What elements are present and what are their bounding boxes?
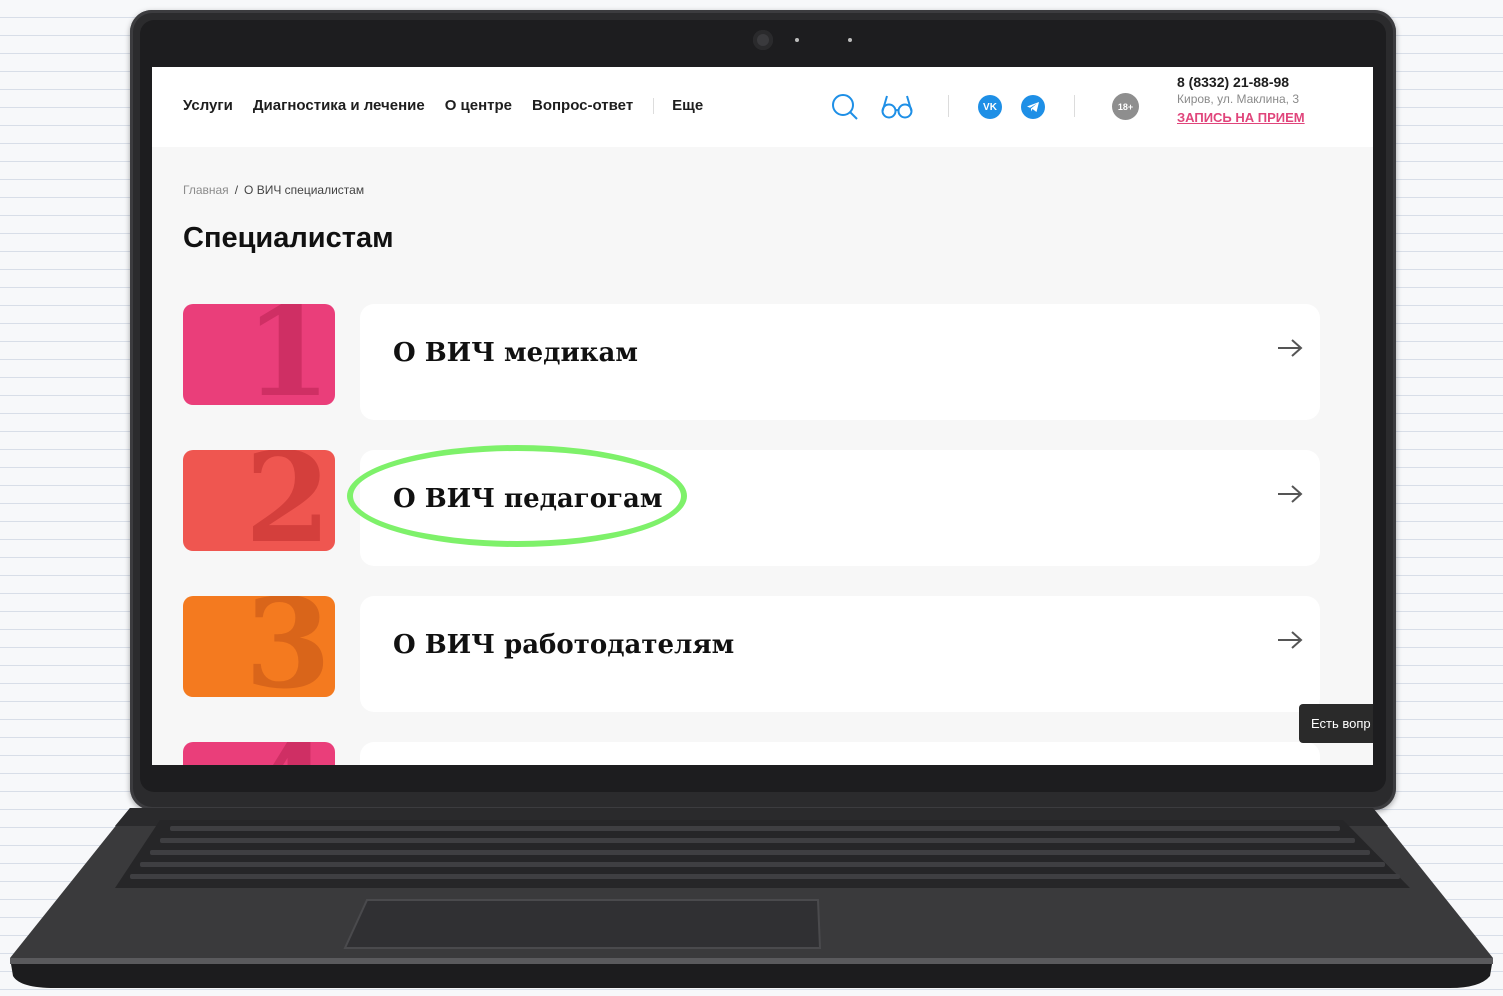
card-link-more[interactable] <box>360 742 1320 765</box>
number-tile: 4 <box>183 742 335 765</box>
chat-question-button[interactable]: Есть вопр <box>1299 704 1373 743</box>
nav-item-faq[interactable]: Вопрос-ответ <box>532 97 633 114</box>
list-item: 3 О ВИЧ работодателям <box>183 596 1320 712</box>
number-tile: 2 <box>183 450 335 551</box>
tile-number: 3 <box>244 596 331 697</box>
telegram-icon[interactable] <box>1021 95 1045 119</box>
arrow-right-icon <box>1277 338 1303 362</box>
breadcrumb-separator: / <box>234 183 239 197</box>
card-title: О ВИЧ медикам <box>393 338 638 368</box>
breadcrumb-current: О ВИЧ специалистам <box>244 183 365 197</box>
nav-item-about[interactable]: О центре <box>445 97 512 114</box>
list-item: 1 О ВИЧ медикам <box>183 304 1320 420</box>
appointment-link[interactable]: ЗАПИСЬ НА ПРИЕМ <box>1177 108 1305 128</box>
site-header: Услуги Диагностика и лечение О центре Во… <box>152 67 1373 147</box>
arrow-right-icon <box>1277 630 1303 654</box>
glasses-icon[interactable] <box>881 94 913 124</box>
card-link-teachers[interactable]: О ВИЧ педагогам <box>360 450 1320 566</box>
vk-icon[interactable]: VK <box>978 95 1002 119</box>
header-divider <box>948 95 949 117</box>
browser-viewport: Услуги Диагностика и лечение О центре Во… <box>152 67 1373 765</box>
sensor-dot <box>848 38 852 42</box>
number-tile: 3 <box>183 596 335 697</box>
card-title: О ВИЧ работодателям <box>393 630 735 660</box>
card-link-medics[interactable]: О ВИЧ медикам <box>360 304 1320 420</box>
main-nav: Услуги Диагностика и лечение О центре Во… <box>183 97 723 114</box>
sensor-dot <box>795 38 799 42</box>
tile-number: 1 <box>244 304 331 405</box>
number-tile: 1 <box>183 304 335 405</box>
card-title: О ВИЧ педагогам <box>393 484 663 514</box>
contacts-block: 8 (8332) 21-88-98 Киров, ул. Маклина, 3 … <box>1177 74 1305 128</box>
tile-number: 2 <box>244 450 331 551</box>
address: Киров, ул. Маклина, 3 <box>1177 92 1300 106</box>
breadcrumb: Главная / О ВИЧ специалистам <box>183 183 364 197</box>
nav-item-more[interactable]: Еще <box>672 97 703 114</box>
age-rating-badge: 18+ <box>1112 93 1139 120</box>
arrow-right-icon <box>1277 484 1303 508</box>
tile-number: 4 <box>245 742 331 765</box>
webcam <box>753 30 773 50</box>
search-icon[interactable] <box>831 93 859 125</box>
nav-divider <box>653 97 655 114</box>
breadcrumb-home[interactable]: Главная <box>183 183 229 197</box>
list-item: 2 О ВИЧ педагогам <box>183 450 1320 566</box>
phone-number[interactable]: 8 (8332) 21-88-98 <box>1177 74 1305 91</box>
nav-item-diagnostics[interactable]: Диагностика и лечение <box>253 97 425 114</box>
laptop-base <box>10 808 1493 988</box>
card-link-employers[interactable]: О ВИЧ работодателям <box>360 596 1320 712</box>
list-item: 4 <box>183 742 1320 765</box>
header-divider <box>1074 95 1075 117</box>
page-title: Специалистам <box>183 222 394 254</box>
nav-item-services[interactable]: Услуги <box>183 97 233 114</box>
